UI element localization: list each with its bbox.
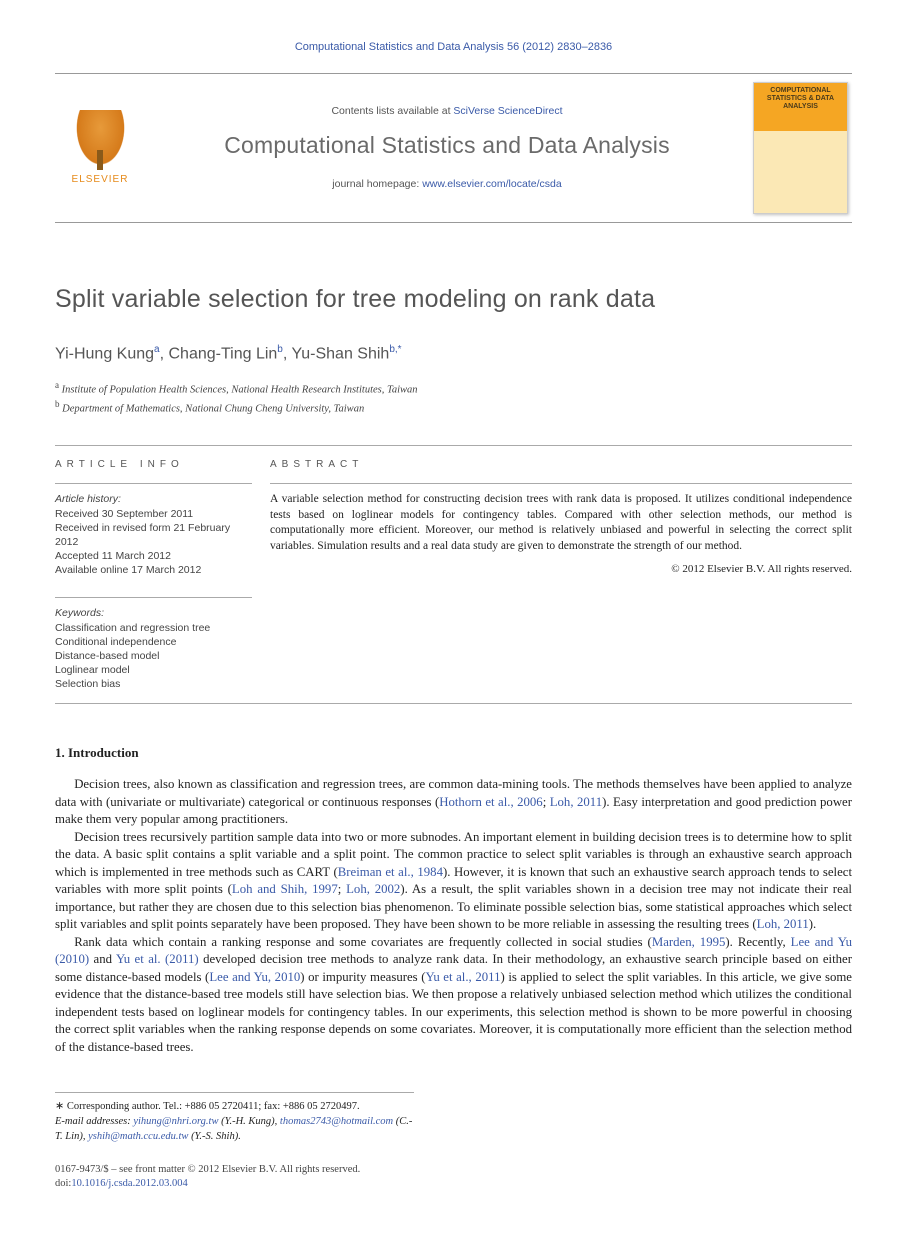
author: Yi-Hung Kung (55, 345, 154, 362)
citation-link[interactable]: Breiman et al., 1984 (338, 865, 443, 879)
journal-cover-thumbnail: COMPUTATIONAL STATISTICS & DATA ANALYSIS (753, 82, 848, 214)
running-header: Computational Statistics and Data Analys… (55, 40, 852, 55)
keyword: Classification and regression tree (55, 621, 252, 635)
author-list: Yi-Hung Kunga, Chang-Ting Linb, Yu-Shan … (55, 343, 852, 365)
keywords-label: Keywords: (55, 606, 252, 620)
history-line: Received 30 September 2011 (55, 507, 252, 521)
affiliation-b: Department of Mathematics, National Chun… (62, 404, 364, 415)
keyword: Distance-based model (55, 649, 252, 663)
author-aff-marker: a (154, 344, 160, 355)
footnotes: ∗ Corresponding author. Tel.: +886 05 27… (55, 1092, 414, 1144)
doi-label: doi: (55, 1178, 71, 1189)
history-line: Accepted 11 March 2012 (55, 549, 252, 563)
keyword: Loglinear model (55, 663, 252, 677)
cover-body (754, 131, 847, 213)
publisher-logo: ELSEVIER (55, 74, 145, 222)
footer-meta: 0167-9473/$ – see front matter © 2012 El… (55, 1163, 852, 1192)
abstract-copyright: © 2012 Elsevier B.V. All rights reserved… (270, 562, 852, 577)
intro-paragraph-1: Decision trees, also known as classifica… (55, 776, 852, 829)
homepage-link[interactable]: www.elsevier.com/locate/csda (422, 178, 561, 190)
abstract-column: ABSTRACT A variable selection method for… (270, 446, 852, 704)
publisher-name: ELSEVIER (72, 173, 129, 187)
corresponding-author-note: Corresponding author. Tel.: +886 05 2720… (67, 1101, 360, 1112)
citation-link[interactable]: Loh, 2011 (550, 795, 602, 809)
abstract-heading: ABSTRACT (270, 458, 852, 472)
citation-link[interactable]: Yu et al. (2011) (116, 952, 199, 966)
author-aff-marker: b,* (389, 344, 401, 355)
citation-link[interactable]: Loh, 2011 (757, 917, 809, 931)
intro-paragraph-2: Decision trees recursively partition sam… (55, 829, 852, 934)
email-owner: (Y.-H. Kung) (221, 1116, 275, 1127)
journal-title: Computational Statistics and Data Analys… (224, 130, 670, 161)
article-history: Article history: Received 30 September 2… (55, 492, 252, 577)
author: Chang-Ting Lin (168, 345, 277, 362)
text-run: ) or impurity measures ( (300, 970, 425, 984)
homepage-prefix: journal homepage: (332, 178, 422, 190)
text-run: ). (809, 917, 816, 931)
citation-link[interactable]: Loh, 2002 (346, 882, 400, 896)
emails-label: E-mail addresses: (55, 1116, 131, 1127)
keywords-block: Keywords: Classification and regression … (55, 597, 252, 691)
contents-available-line: Contents lists available at SciVerse Sci… (331, 104, 562, 118)
email-link[interactable]: yihung@nhri.org.tw (133, 1116, 218, 1127)
article-info-heading: ARTICLE INFO (55, 458, 252, 472)
section-1-heading: 1. Introduction (55, 744, 852, 762)
email-owner: (Y.-S. Shih) (191, 1131, 238, 1142)
text-run: Rank data which contain a ranking respon… (74, 935, 652, 949)
corresponding-star-icon: ∗ (55, 1100, 64, 1112)
doi-link[interactable]: 10.1016/j.csda.2012.03.004 (71, 1178, 187, 1189)
author-aff-marker: b (277, 344, 283, 355)
text-run: ). Recently, (725, 935, 790, 949)
text-run: and (89, 952, 116, 966)
keyword: Conditional independence (55, 635, 252, 649)
cover-title: COMPUTATIONAL STATISTICS & DATA ANALYSIS (754, 83, 847, 131)
affiliations: a Institute of Population Health Science… (55, 379, 852, 417)
email-link[interactable]: thomas2743@hotmail.com (280, 1116, 393, 1127)
elsevier-tree-icon (73, 110, 128, 170)
issn-copyright-line: 0167-9473/$ – see front matter © 2012 El… (55, 1163, 852, 1178)
keyword: Selection bias (55, 677, 252, 691)
citation-link[interactable]: Yu et al., 2011 (426, 970, 501, 984)
citation-link[interactable]: Hothorn et al., 2006 (439, 795, 542, 809)
article-title: Split variable selection for tree modeli… (55, 283, 852, 317)
affiliation-a: Institute of Population Health Sciences,… (62, 384, 418, 395)
contents-prefix: Contents lists available at (331, 105, 453, 117)
history-line: Available online 17 March 2012 (55, 563, 252, 577)
journal-homepage-line: journal homepage: www.elsevier.com/locat… (332, 177, 561, 191)
abstract-text: A variable selection method for construc… (270, 492, 852, 554)
history-line: Received in revised form 21 February 201… (55, 521, 252, 549)
citation-link[interactable]: Loh and Shih, 1997 (232, 882, 338, 896)
sciencedirect-link[interactable]: SciVerse ScienceDirect (453, 105, 562, 117)
article-info-column: ARTICLE INFO Article history: Received 3… (55, 446, 270, 704)
citation-link[interactable]: Lee and Yu, 2010 (209, 970, 300, 984)
email-link[interactable]: yshih@math.ccu.edu.tw (88, 1131, 188, 1142)
history-label: Article history: (55, 492, 252, 506)
text-run: ; (338, 882, 346, 896)
citation-link[interactable]: Marden, 1995 (652, 935, 726, 949)
text-run: ; (543, 795, 550, 809)
author: Yu-Shan Shih (291, 345, 389, 362)
intro-paragraph-3: Rank data which contain a ranking respon… (55, 934, 852, 1057)
journal-masthead: ELSEVIER Contents lists available at Sci… (55, 73, 852, 223)
